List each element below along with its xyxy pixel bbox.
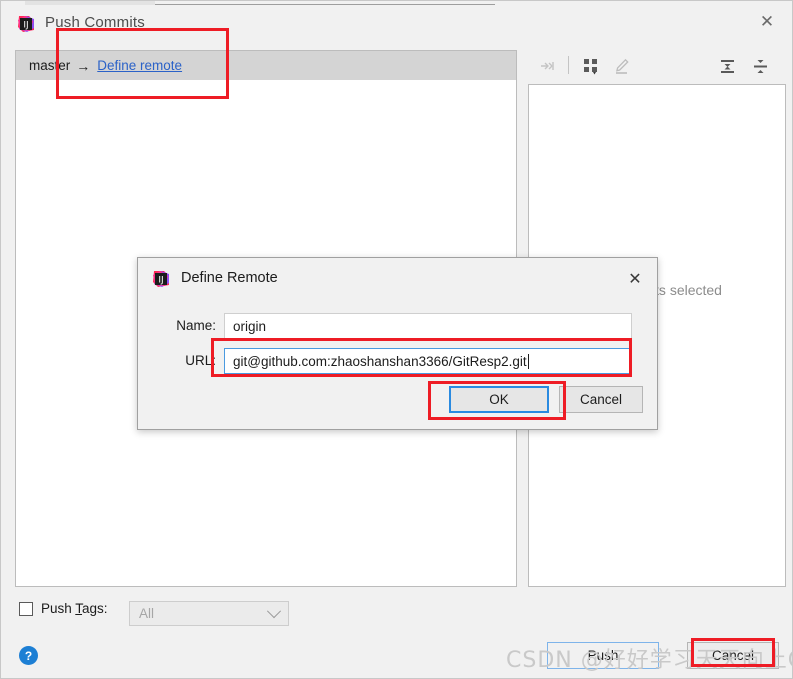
push-commits-dialog: IJ Push Commits ✕ master → Define remote [0,0,793,679]
url-label: URL: [185,353,216,368]
push-button[interactable]: Push [547,642,659,669]
annotation-box-ok-button [428,381,566,420]
define-remote-titlebar: IJ Define Remote ✕ [138,258,657,300]
intellij-idea-icon: IJ [17,15,35,33]
close-icon[interactable]: ✕ [744,5,790,37]
group-by-icon[interactable] [580,55,602,77]
svg-text:IJ: IJ [23,21,28,31]
expand-all-icon[interactable] [716,55,738,77]
details-toolbar [528,50,786,82]
name-field[interactable]: origin [224,313,632,339]
push-tags-checkbox[interactable] [19,601,33,616]
define-remote-title: Define Remote [181,270,278,286]
collapse-all-icon[interactable] [749,55,771,77]
toolbar-separator [568,56,569,74]
name-field-value: origin [233,318,267,334]
collapse-selection-icon[interactable] [536,55,558,77]
push-tags-label: Push Tags: [41,601,108,616]
annotation-box-cancel-button [691,638,775,667]
intellij-idea-icon: IJ [152,270,170,288]
chevron-down-icon [266,604,282,619]
push-tags-label-pre: Push [41,601,76,616]
push-tags-row: Push Tags: [19,601,108,616]
annotation-box-define-remote [56,28,229,99]
push-tags-combo-value: All [139,606,155,621]
svg-text:IJ: IJ [158,276,163,286]
help-button[interactable]: ? [19,646,38,665]
push-tags-combo[interactable]: All [129,601,289,626]
name-label: Name: [176,318,216,333]
cancel-button[interactable]: Cancel [559,386,643,413]
edit-icon[interactable] [610,55,632,77]
annotation-box-url-field [211,338,632,377]
close-icon[interactable]: ✕ [621,266,649,292]
push-tags-label-post: ags: [82,601,108,616]
